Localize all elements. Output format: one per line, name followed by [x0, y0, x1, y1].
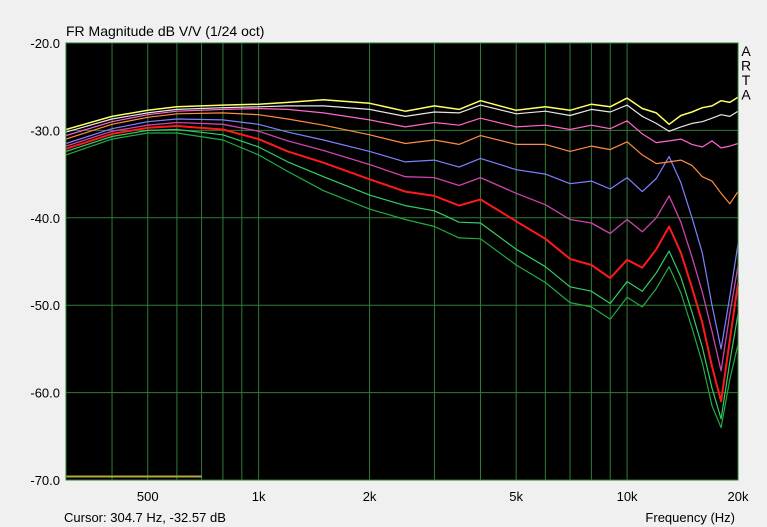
x-tick-label: 500 — [137, 489, 159, 504]
x-tick-label: 5k — [509, 489, 523, 504]
frequency-response-chart: FR Magnitude dB V/V (1/24 oct) -20.0 -30.… — [0, 0, 767, 527]
watermark-letter: A — [741, 87, 751, 103]
x-tick-label: 10k — [617, 489, 638, 504]
y-tick-label: -40.0 — [30, 211, 60, 226]
x-tick-label: 20k — [728, 489, 749, 504]
y-tick-label: -50.0 — [30, 298, 60, 313]
x-tick-label: 2k — [363, 489, 377, 504]
y-tick-label: -20.0 — [30, 36, 60, 51]
x-axis-label: Frequency (Hz) — [645, 510, 735, 525]
x-tick-label: 1k — [252, 489, 266, 504]
y-tick-label: -60.0 — [30, 386, 60, 401]
y-axis-ticks: -20.0 -30.0 -40.0 -50.0 -60.0 -70.0 — [30, 36, 60, 488]
chart-title: FR Magnitude dB V/V (1/24 oct) — [66, 23, 264, 39]
y-tick-label: -70.0 — [30, 473, 60, 488]
x-axis-ticks: 500 1k 2k 5k 10k 20k — [137, 489, 749, 504]
y-tick-label: -30.0 — [30, 123, 60, 138]
cursor-readout: Cursor: 304.7 Hz, -32.57 dB — [64, 510, 226, 525]
arta-watermark: ARTA — [741, 43, 751, 103]
